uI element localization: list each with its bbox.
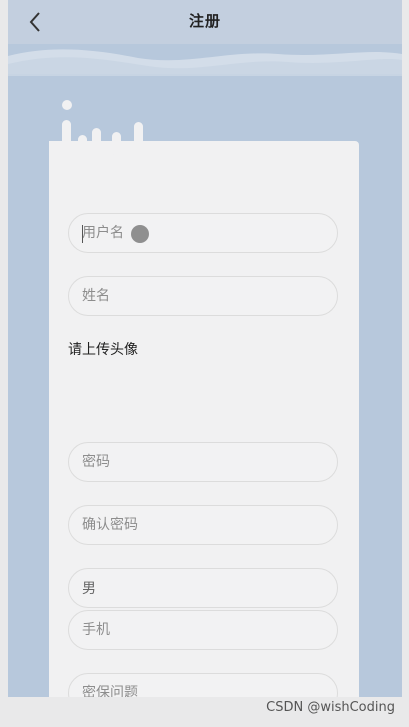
phone-input[interactable] bbox=[82, 611, 337, 649]
password-field[interactable] bbox=[68, 442, 338, 482]
name-field[interactable] bbox=[68, 276, 338, 316]
password-input[interactable] bbox=[82, 443, 337, 481]
username-field[interactable] bbox=[68, 213, 338, 253]
security-question-field[interactable] bbox=[68, 673, 338, 697]
navigation-bar: 注册 bbox=[8, 0, 402, 44]
page-title: 注册 bbox=[188, 12, 221, 30]
touch-cursor-indicator bbox=[131, 225, 149, 243]
avatar-upload-label: 请上传头像 bbox=[68, 342, 138, 358]
app-screen: 注册 请上传头像 男 bbox=[8, 0, 402, 697]
text-caret bbox=[82, 225, 83, 243]
security-question-input[interactable] bbox=[82, 674, 337, 697]
username-input[interactable] bbox=[82, 214, 337, 252]
name-input[interactable] bbox=[82, 277, 337, 315]
avatar-upload-area[interactable] bbox=[68, 362, 338, 432]
watermark: CSDN @wishCoding bbox=[266, 700, 395, 715]
drip-decoration bbox=[49, 100, 167, 179]
confirm-password-input[interactable] bbox=[82, 506, 337, 544]
gender-value: 男 bbox=[82, 581, 96, 597]
gender-select[interactable]: 男 bbox=[68, 568, 338, 608]
confirm-password-field[interactable] bbox=[68, 505, 338, 545]
wave-decoration bbox=[8, 44, 402, 94]
phone-field[interactable] bbox=[68, 610, 338, 650]
